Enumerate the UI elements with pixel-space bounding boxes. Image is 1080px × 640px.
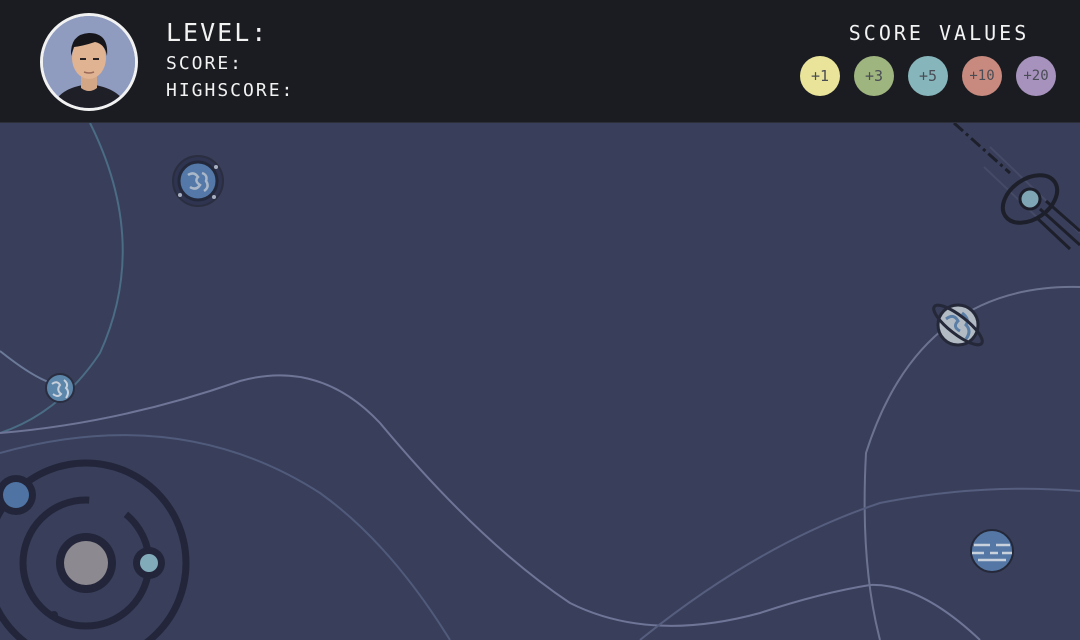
earth-planet-icon[interactable] xyxy=(170,153,226,209)
highscore-label: HIGHSCORE: xyxy=(166,80,295,101)
avatar xyxy=(40,13,138,111)
comet-icon[interactable] xyxy=(950,123,1080,253)
player-stats: LEVEL: SCORE: HIGHSCORE: xyxy=(166,16,294,104)
small-blue-planet-icon[interactable] xyxy=(44,372,76,404)
score-values-title: SCORE VALUES xyxy=(848,21,1030,45)
score-chip-plus-1: +1 xyxy=(800,56,840,96)
score-chip-plus-3: +3 xyxy=(854,56,894,96)
game-board[interactable] xyxy=(0,123,1080,640)
solar-system-icon[interactable] xyxy=(0,459,200,640)
hud-header: LEVEL: SCORE: HIGHSCORE: SCORE VALUES +1… xyxy=(0,0,1080,123)
score-chip-plus-5: +5 xyxy=(908,56,948,96)
score-chip-plus-20: +20 xyxy=(1016,56,1056,96)
score-label: SCORE: xyxy=(166,53,244,74)
ringed-planet-icon[interactable] xyxy=(928,297,990,353)
score-chip-plus-10: +10 xyxy=(962,56,1002,96)
player-avatar-icon xyxy=(43,16,135,108)
score-values-panel: SCORE VALUES +1 +3 +5 +10 +20 xyxy=(800,18,1062,96)
score-chip-list: +1 +3 +5 +10 +20 xyxy=(800,56,1062,96)
striped-planet-icon[interactable] xyxy=(968,527,1016,575)
level-label: LEVEL: xyxy=(166,18,269,47)
